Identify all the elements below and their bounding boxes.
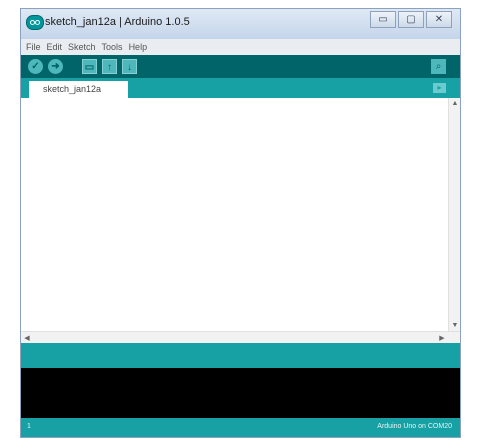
menu-edit[interactable]: Edit (47, 42, 63, 52)
new-button[interactable]: ▭ (82, 59, 97, 74)
scroll-left-icon[interactable]: ◀ (23, 334, 31, 342)
magnifier-icon: ⌕ (435, 61, 442, 72)
tab-sketch[interactable]: sketch_jan12a (29, 81, 128, 98)
menu-bar: File Edit Sketch Tools Help (21, 39, 460, 55)
upload-button[interactable]: ➜ (48, 59, 63, 74)
arduino-window: sketch_jan12a | Arduino 1.0.5 ▭ ▢ ✕ File… (20, 8, 461, 438)
scroll-down-icon[interactable]: ▼ (449, 322, 461, 329)
scroll-up-icon[interactable]: ▲ (449, 100, 461, 107)
close-button[interactable]: ✕ (426, 11, 452, 28)
arduino-logo-icon (26, 15, 44, 30)
menu-sketch[interactable]: Sketch (68, 42, 96, 52)
maximize-button[interactable]: ▢ (398, 11, 424, 28)
title-bar[interactable]: sketch_jan12a | Arduino 1.0.5 ▭ ▢ ✕ (21, 9, 460, 39)
window-controls: ▭ ▢ ✕ (370, 11, 452, 28)
minimize-button[interactable]: ▭ (370, 11, 396, 28)
horizontal-scrollbar[interactable]: ◀ ▶ (21, 331, 460, 343)
arrow-down-icon: ↓ (127, 62, 132, 73)
toolbar: ✓ ➜ ▭ ↑ ↓ ⌕ (21, 55, 460, 78)
status-bar: 1 Arduino Uno on COM20 (21, 418, 460, 437)
board-port-info: Arduino Uno on COM20 (377, 423, 452, 430)
menu-tools[interactable]: Tools (102, 42, 123, 52)
message-area[interactable] (21, 343, 460, 368)
serial-monitor-button[interactable]: ⌕ (431, 59, 446, 74)
check-icon: ✓ (31, 61, 40, 72)
arrow-up-icon: ↑ (107, 62, 112, 73)
tab-menu-button[interactable]: ▸ (433, 83, 446, 93)
menu-file[interactable]: File (26, 42, 41, 52)
new-file-icon: ▭ (84, 62, 95, 73)
scroll-right-icon[interactable]: ▶ (438, 334, 446, 342)
arrow-right-icon: ➜ (51, 61, 60, 72)
open-button[interactable]: ↑ (102, 59, 117, 74)
tab-bar: sketch_jan12a ▸ (21, 78, 460, 98)
verify-button[interactable]: ✓ (28, 59, 43, 74)
console-output[interactable] (21, 368, 460, 418)
vertical-scrollbar[interactable]: ▲ ▼ (448, 98, 460, 331)
window-title: sketch_jan12a | Arduino 1.0.5 (45, 16, 190, 28)
code-editor[interactable] (21, 98, 460, 343)
save-button[interactable]: ↓ (122, 59, 137, 74)
menu-help[interactable]: Help (129, 42, 148, 52)
line-number: 1 (27, 423, 31, 430)
tab-menu-icon: ▸ (437, 83, 442, 92)
